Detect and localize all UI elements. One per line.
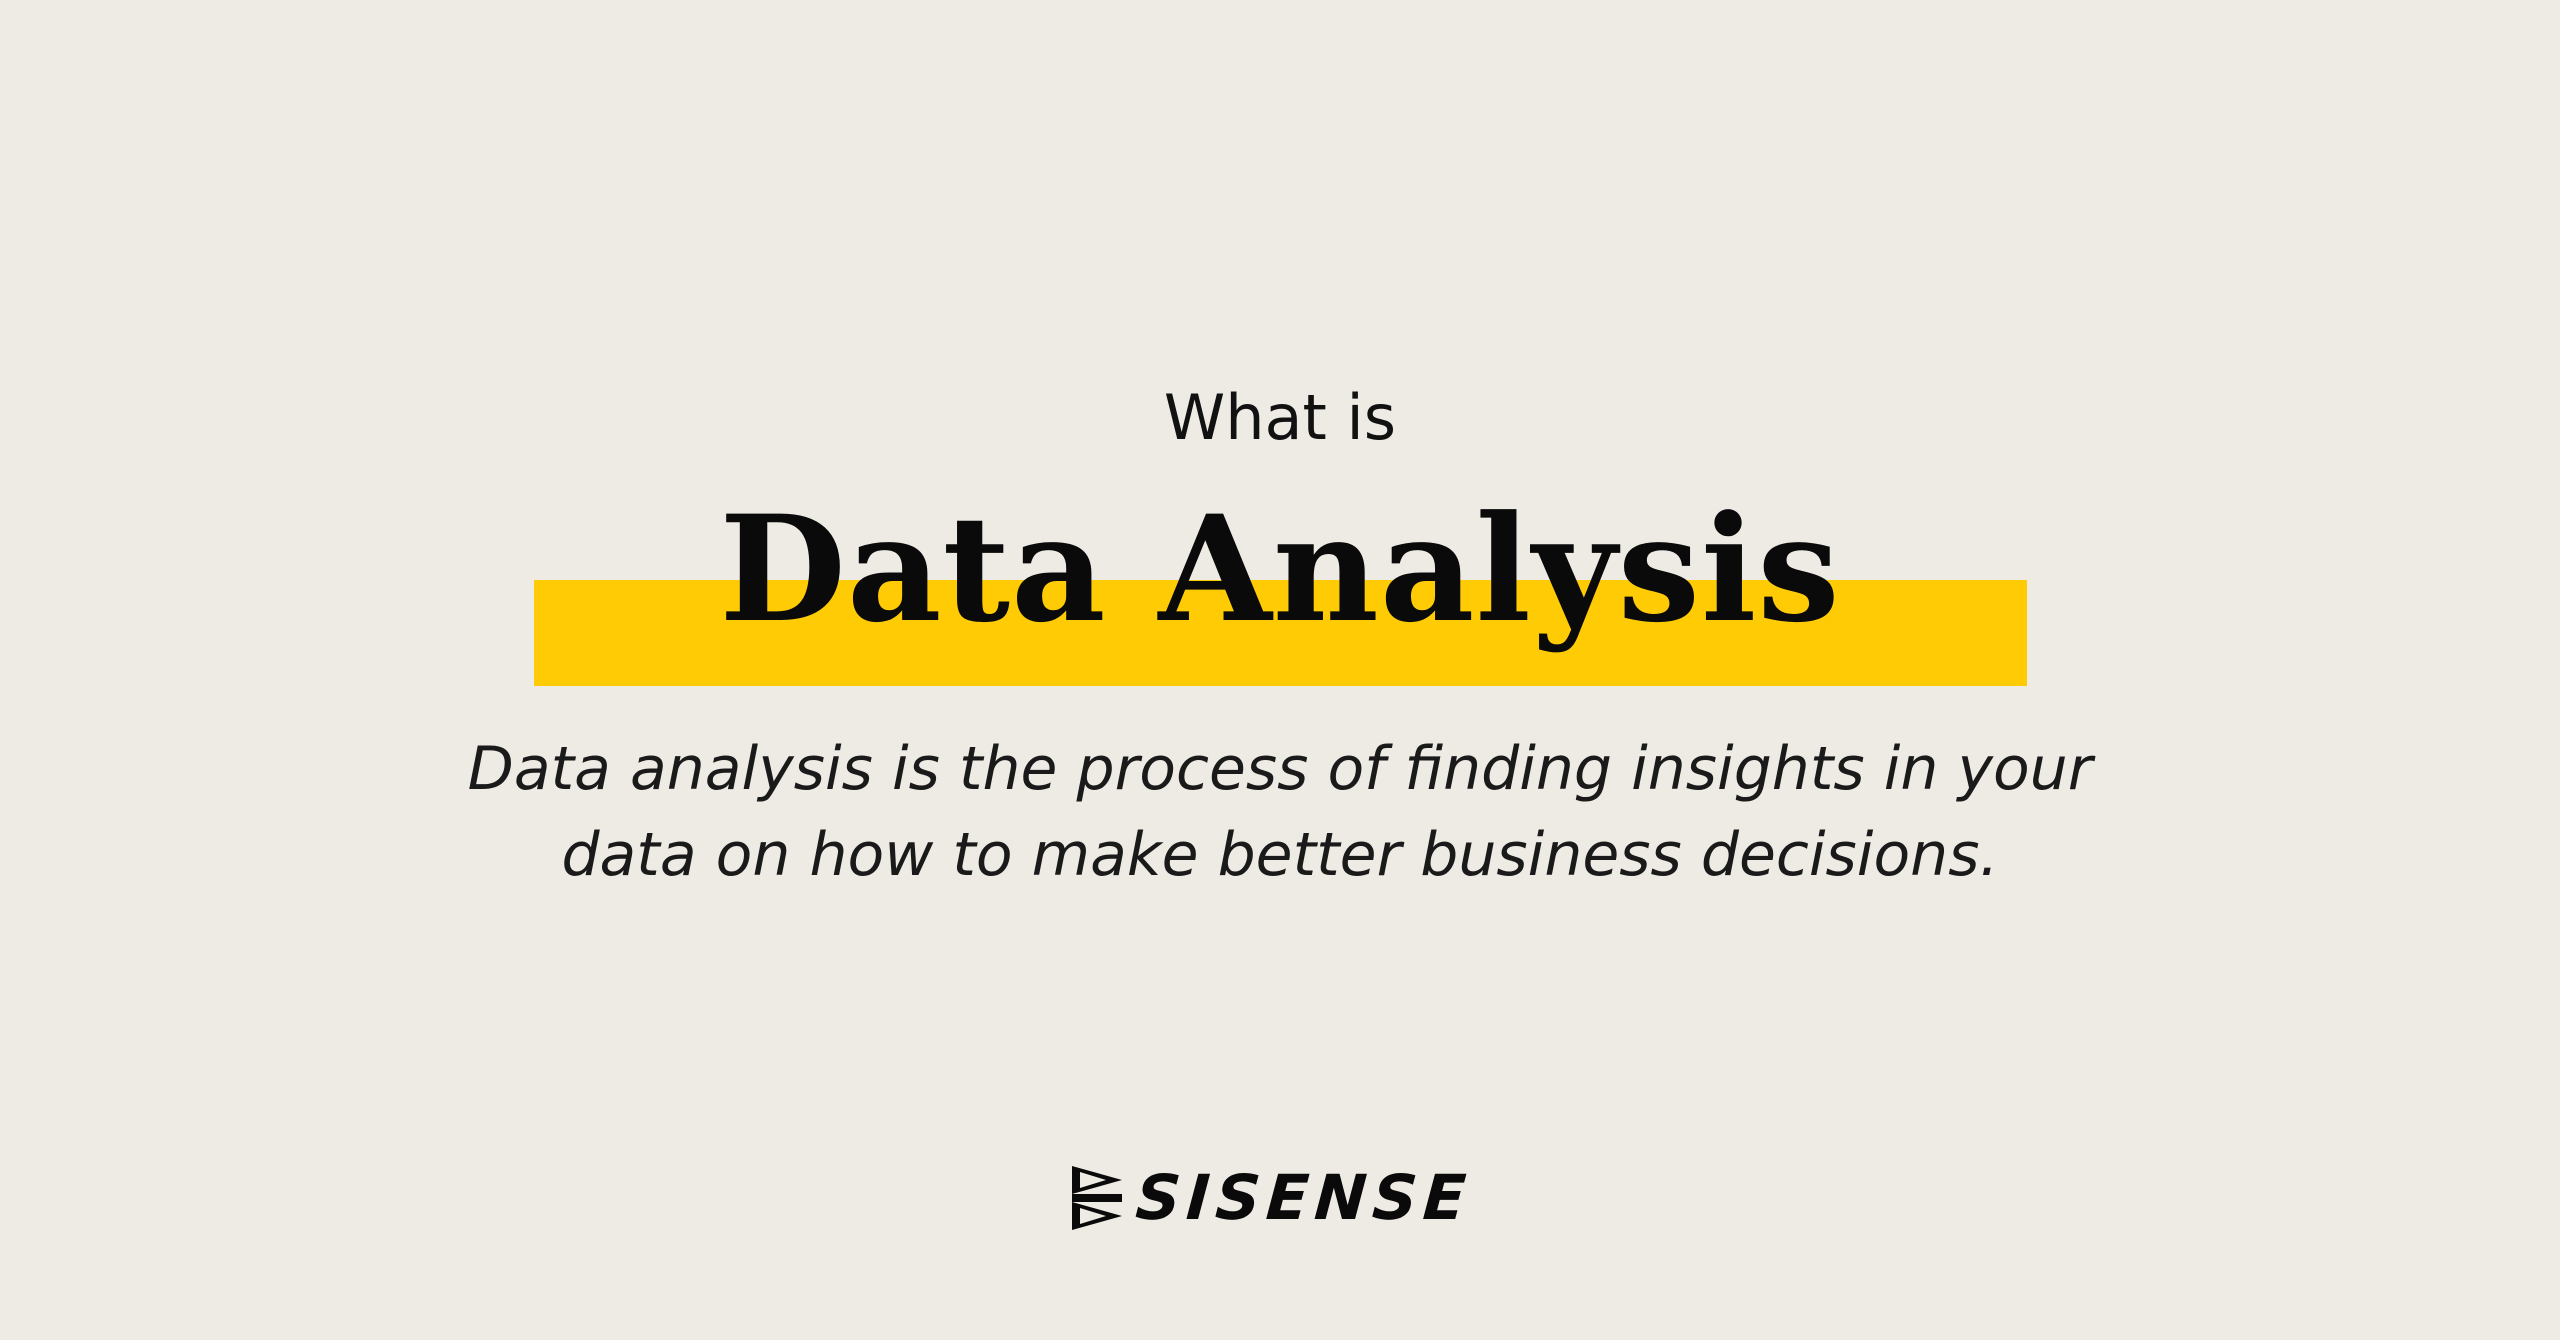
sisense-logo-mark-icon <box>1072 1166 1122 1230</box>
brand-logo: SISENSE <box>1072 1161 1475 1234</box>
eyebrow-text: What is <box>1163 381 1397 454</box>
page-title: Data Analysis <box>719 484 1841 655</box>
description-text: Data analysis is the process of finding … <box>467 734 2093 890</box>
feature-card: What is Data Analysis Data analysis is t… <box>0 0 2560 1340</box>
brand-wordmark: SISENSE <box>1133 1161 1475 1234</box>
